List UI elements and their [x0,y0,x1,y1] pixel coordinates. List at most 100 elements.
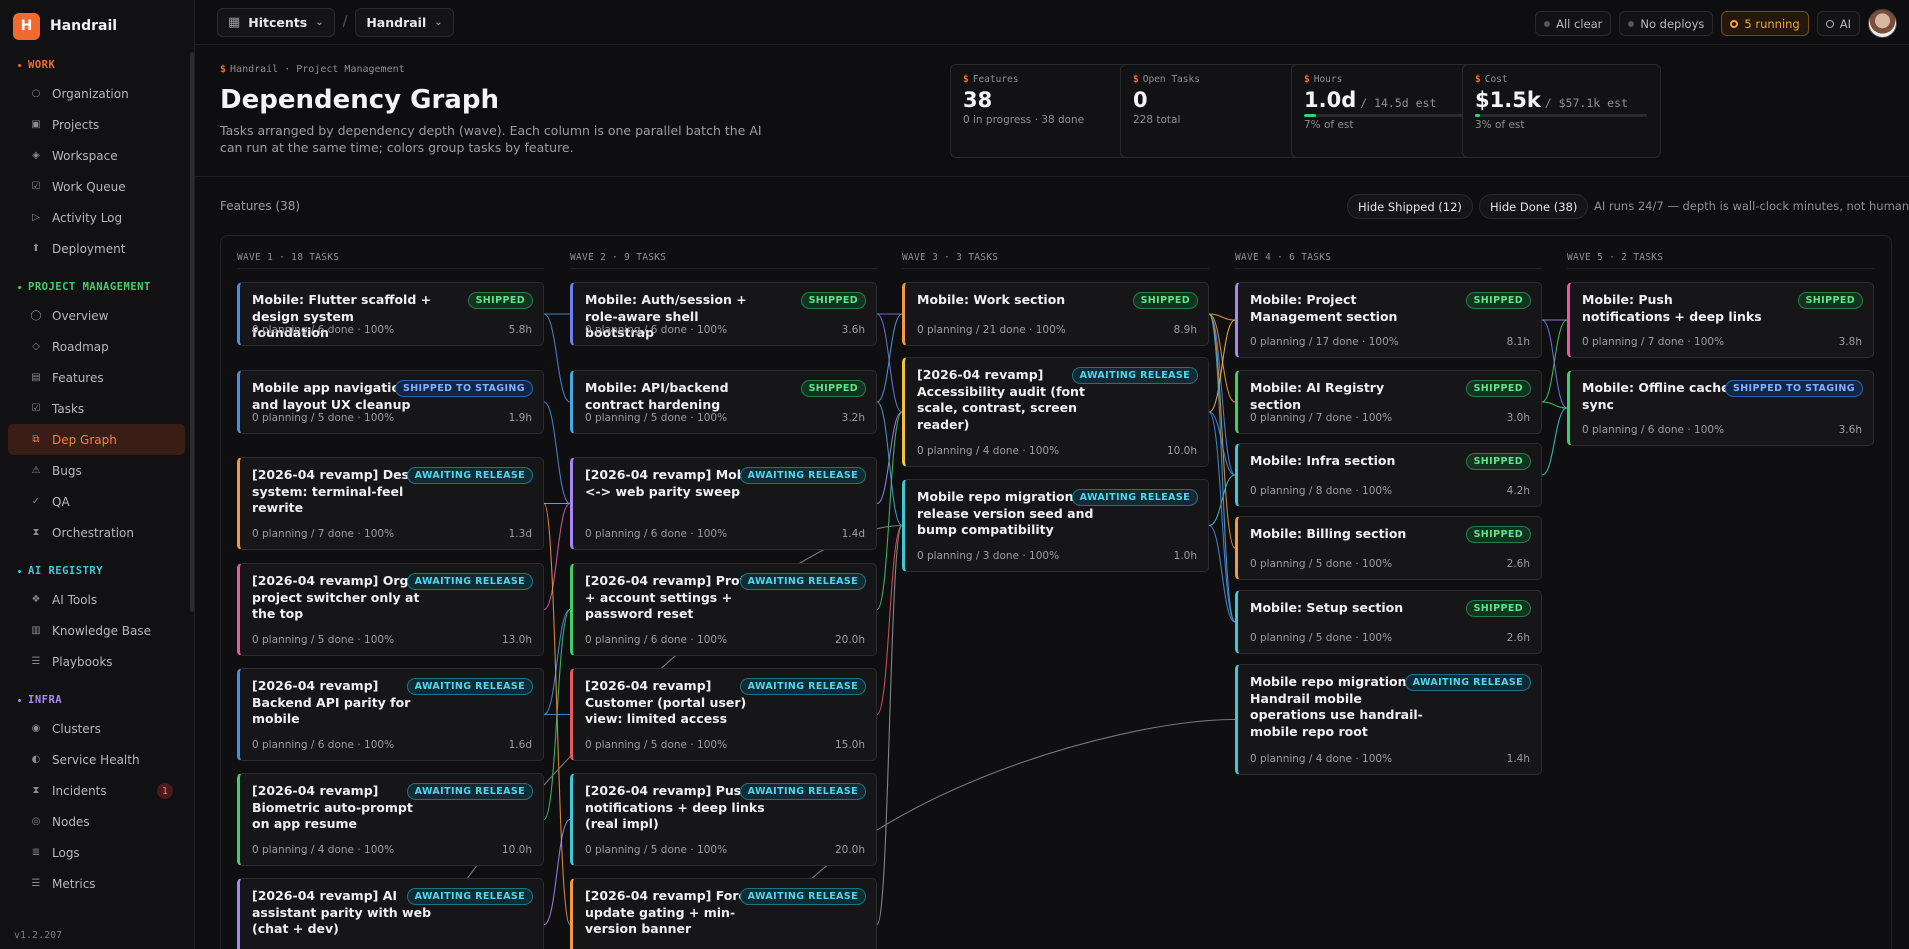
sidebar-item-knowledge-base[interactable]: ▥ Knowledge Base [8,615,185,646]
task-card[interactable]: [2026-04 revamp] Push notifications + de… [570,773,877,866]
ai-button[interactable]: AI [1816,11,1860,36]
sidebar-item-organization[interactable]: ○ Organization [8,78,185,109]
task-card[interactable]: [2026-04 revamp] Accessibility audit (fo… [902,357,1209,467]
status-pills: All clear No deploys 5 running AI [1535,9,1897,38]
stat-subtext: 7% of est [1304,119,1354,131]
task-card[interactable]: [2026-04 revamp] Backend API parity for … [237,668,544,761]
sidebar-item-incidents[interactable]: ⧗ Incidents 1 [8,775,185,806]
task-card[interactable]: Mobile repo migration: release version s… [902,479,1209,572]
task-card[interactable]: Mobile: Work section SHIPPED 0 planning / … [902,282,1209,346]
task-progress-meta: 0 planning / 6 done · 100% [585,324,728,336]
sidebar-item-activity-log[interactable]: ▷ Activity Log [8,202,185,233]
task-card[interactable]: Mobile: AI Registry section SHIPPED 0 plan… [1235,370,1542,434]
sidebar-section-label: PROJECT MANAGEMENT [28,281,151,293]
sidebar: H Handrail WORK ○ Organization ▣ Projects ◈ Wo… [0,0,195,949]
sidebar-item-logs[interactable]: ≣ Logs [8,837,185,868]
task-progress-meta: 0 planning / 6 done · 100% [585,528,728,540]
status-deploys[interactable]: No deploys [1619,11,1714,36]
dollar-icon: $ [963,74,969,85]
dependency-edge [876,411,903,611]
org-name: Hitcents [248,14,308,30]
task-card[interactable]: Mobile: Offline cache + sync SHIPPED TO S… [1567,370,1874,446]
sidebar-item-service-health[interactable]: ◐ Service Health [8,744,185,775]
sidebar-item-features[interactable]: ▤ Features [8,362,185,393]
sidebar-item-dep-graph[interactable]: ⧉ Dep Graph [8,424,185,455]
wave-divider [1567,268,1874,269]
task-card[interactable]: Mobile: Infra section SHIPPED 0 planning /… [1235,443,1542,507]
task-card[interactable]: [2026-04 revamp] Design system: terminal… [237,457,544,550]
task-hours: 10.0h [1166,445,1197,457]
sidebar-item-deployment[interactable]: ⬆ Deployment [8,233,185,264]
sidebar-item-roadmap[interactable]: ◇ Roadmap [8,331,185,362]
sidebar-item-label: Bugs [52,463,82,478]
task-progress-meta: 0 planning / 7 done · 100% [1250,412,1393,424]
dependency-graph[interactable]: WAVE 1 · 18 TASKS Mobile: Flutter scaffol… [220,235,1892,949]
task-card[interactable]: [2026-04 revamp] Customer (portal user) … [570,668,877,761]
status-badge: AWAITING RELEASE [739,678,866,695]
grid-icon: ▦ [228,14,241,30]
brand[interactable]: H Handrail [0,0,194,52]
sidebar-item-overview[interactable]: ◯ Overview [8,300,185,331]
sidebar-item-bugs[interactable]: ⚠ Bugs [8,455,185,486]
sidebar-item-clusters[interactable]: ◉ Clusters [8,713,185,744]
task-card[interactable]: [2026-04 revamp] Profile + account setti… [570,563,877,656]
sidebar-item-orchestration[interactable]: ⧗ Orchestration [8,517,185,548]
project-name: Handrail [366,14,427,30]
status-badge: AWAITING RELEASE [406,783,533,800]
project-switcher[interactable]: Handrail ⌄ [355,7,454,37]
wave-divider [570,268,877,269]
hide-shipped-toggle[interactable]: Hide Shipped (12) [1347,194,1473,219]
status-all-clear-label: All clear [1556,16,1603,31]
task-title: Mobile repo migration: Handrail mobile o… [1250,674,1423,739]
org-switcher[interactable]: ▦ Hitcents ⌄ [217,7,335,37]
task-card[interactable]: [2026-04 revamp] Mobile <-> web parity s… [570,457,877,550]
task-title: [2026-04 revamp] Profile + account setti… [585,573,762,621]
task-card[interactable]: Mobile: API/backend contract hardening SH… [570,370,877,434]
task-card[interactable]: [2026-04 revamp] Force-update gating + m… [570,878,877,949]
status-badge: SHIPPED [467,292,533,309]
sidebar-item-projects[interactable]: ▣ Projects [8,109,185,140]
task-card[interactable]: Mobile app navigation and layout UX clea… [237,370,544,434]
hide-done-toggle[interactable]: Hide Done (38) [1479,194,1589,219]
list-icon: ▤ [31,372,41,383]
sidebar-scrollbar[interactable] [190,52,194,612]
sidebar-item-ai-tools[interactable]: ❖ AI Tools [8,584,185,615]
task-card[interactable]: Mobile: Flutter scaffold + design system… [237,282,544,346]
task-card[interactable]: Mobile: Auth/session + role-aware shell … [570,282,877,346]
status-all-clear[interactable]: All clear [1535,11,1612,36]
stat-value: 38 [963,88,1136,112]
sidebar-item-qa[interactable]: ✓ QA [8,486,185,517]
task-card[interactable]: Mobile: Push notifications + deep links S… [1567,282,1874,358]
sidebar-section-title: PROJECT MANAGEMENT [0,278,194,296]
sidebar-item-tasks[interactable]: ☑ Tasks [8,393,185,424]
sidebar-section: PROJECT MANAGEMENT ◯ Overview ◇ Roadmap ▤ Feat… [0,278,194,548]
status-badge: AWAITING RELEASE [1071,367,1198,384]
diamond-icon: ◈ [32,150,40,161]
sidebar-item-workspace[interactable]: ◈ Workspace [8,140,185,171]
stat-progress-fill [1475,114,1481,117]
sidebar-item-label: Clusters [52,721,101,736]
task-progress-meta: 0 planning / 7 done · 100% [252,528,395,540]
task-card[interactable]: [2026-04 revamp] AI assistant parity wit… [237,878,544,949]
task-card[interactable]: Mobile repo migration: Handrail mobile o… [1235,664,1542,775]
status-badge: AWAITING RELEASE [406,678,533,695]
user-avatar[interactable] [1868,9,1897,38]
task-card[interactable]: [2026-04 revamp] Biometric auto-prompt o… [237,773,544,866]
task-card[interactable]: Mobile: Project Management section SHIPPE… [1235,282,1542,358]
stat-subtext: 228 total [1133,114,1181,126]
sidebar-item-label: Metrics [52,876,96,891]
task-card[interactable]: [2026-04 revamp] Org + project switcher … [237,563,544,656]
sidebar-item-nodes[interactable]: ◎ Nodes [8,806,185,837]
status-running[interactable]: 5 running [1721,11,1809,36]
task-card[interactable]: Mobile: Setup section SHIPPED 0 planning /… [1235,590,1542,654]
sidebar-section-label: AI REGISTRY [28,565,104,577]
bars-icon: ☰ [31,878,41,889]
sidebar-item-playbooks[interactable]: ☰ Playbooks [8,646,185,677]
hourglass-icon: ⧗ [32,527,40,538]
section-dot-icon [18,285,21,289]
task-card[interactable]: Mobile: Billing section SHIPPED 0 planning… [1235,516,1542,580]
sidebar-item-label: Activity Log [52,210,123,225]
topbar: ▦ Hitcents ⌄ / Handrail ⌄ All clear No d… [195,0,1909,45]
sidebar-item-metrics[interactable]: ☰ Metrics [8,868,185,899]
sidebar-item-work-queue[interactable]: ☑ Work Queue [8,171,185,202]
